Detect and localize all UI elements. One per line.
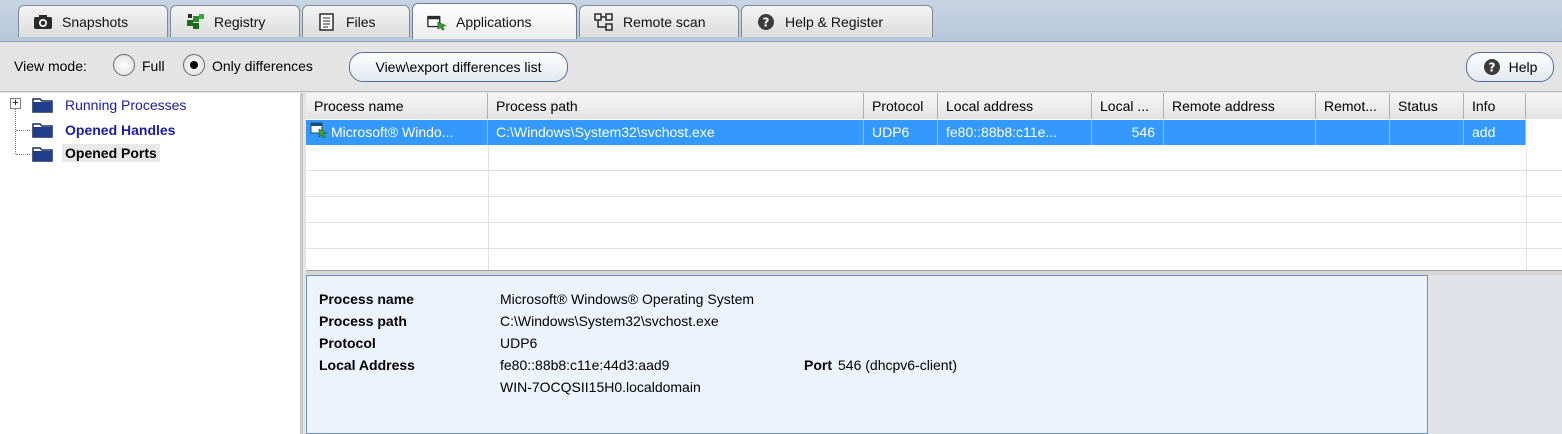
svg-text:?: ? — [1488, 61, 1495, 75]
cell-filler — [1526, 120, 1562, 145]
radio-full[interactable] — [113, 54, 135, 76]
folder-icon — [32, 96, 54, 113]
file-icon — [317, 12, 337, 31]
grid-header: Process name Process path Protocol Local… — [306, 93, 1562, 119]
tab-applications[interactable]: Applications — [412, 3, 577, 39]
cell-remote-address — [1164, 120, 1316, 145]
detail-label-process-path: Process path — [319, 313, 407, 329]
detail-label-process-name: Process name — [319, 291, 414, 307]
radio-full-label[interactable]: Full — [142, 58, 165, 74]
table-row[interactable]: Microsoft® Windo... C:\Windows\System32\… — [306, 120, 1562, 145]
column-header-local-address[interactable]: Local address — [938, 93, 1092, 119]
cell-local-address: fe80::88b8:c11e... — [938, 120, 1092, 145]
cell-info: add — [1464, 120, 1526, 145]
cell-status — [1390, 120, 1464, 145]
detail-value-process-path: C:\Windows\System32\svchost.exe — [500, 313, 719, 329]
tab-label: Registry — [214, 13, 266, 30]
folder-icon — [32, 145, 54, 162]
column-header-filler — [1526, 93, 1562, 119]
process-name-text: Microsoft® Windo... — [331, 124, 454, 140]
detail-panel: Process name Microsoft® Windows® Operati… — [306, 275, 1562, 434]
cell-local-port: 546 — [1092, 120, 1164, 145]
tab-label: Files — [346, 13, 376, 30]
tree-connector — [16, 154, 30, 155]
column-header-remote-address[interactable]: Remote address — [1164, 93, 1316, 119]
tab-help-register[interactable]: ? Help & Register — [741, 5, 933, 37]
detail-value-process-name: Microsoft® Windows® Operating System — [500, 291, 755, 307]
detail-content: Process name Microsoft® Windows® Operati… — [306, 275, 1428, 434]
help-button[interactable]: ? Help — [1466, 52, 1554, 82]
tree-connector — [16, 130, 30, 131]
tab-label: Snapshots — [62, 13, 129, 30]
toolbar: View mode: Full Only differences View\ex… — [0, 42, 1562, 92]
registry-icon — [185, 13, 205, 31]
tab-label: Applications — [456, 13, 532, 30]
view-mode-label: View mode: — [14, 58, 87, 74]
detail-label-local-address: Local Address — [319, 357, 415, 373]
column-header-protocol[interactable]: Protocol — [864, 93, 938, 119]
applications-icon — [427, 13, 447, 31]
empty-row — [306, 224, 1562, 249]
empty-row — [306, 172, 1562, 197]
expand-icon[interactable]: + — [10, 98, 21, 109]
folder-icon — [32, 121, 54, 138]
tree-connector — [15, 109, 16, 154]
detail-label-port: Port — [804, 357, 832, 373]
cell-remote-port — [1316, 120, 1390, 145]
empty-row — [306, 146, 1562, 171]
tree-item-label: Running Processes — [65, 97, 187, 113]
help-button-label: Help — [1508, 59, 1538, 75]
help-icon: ? — [1483, 58, 1501, 76]
camera-icon — [33, 13, 53, 31]
column-rule — [488, 146, 489, 270]
ports-grid: Process name Process path Protocol Local… — [306, 93, 1562, 270]
column-header-local-port[interactable]: Local ... — [1092, 93, 1164, 119]
tree-item-label: Opened Handles — [65, 122, 176, 138]
cell-process-name: Microsoft® Windo... — [306, 120, 488, 145]
detail-label-protocol: Protocol — [319, 335, 376, 351]
tree-item-label: Opened Ports — [62, 144, 160, 162]
category-tree: + Running Processes Opened Handles Opene… — [0, 93, 303, 434]
radio-only-differences-label[interactable]: Only differences — [212, 58, 313, 74]
network-icon — [594, 12, 614, 31]
cell-process-path: C:\Windows\System32\svchost.exe — [488, 120, 864, 145]
column-header-remote-port[interactable]: Remot... — [1316, 93, 1390, 119]
tab-remote-scan[interactable]: Remote scan — [579, 5, 739, 37]
help-icon: ? — [756, 13, 776, 31]
export-differences-button-label: View\export differences list — [375, 59, 542, 75]
column-header-process-path[interactable]: Process path — [488, 93, 864, 119]
cell-protocol: UDP6 — [864, 120, 938, 145]
empty-row — [306, 250, 1562, 270]
detail-value-host-name: WIN-7OCQSII15H0.localdomain — [500, 379, 701, 395]
process-icon — [310, 121, 328, 145]
tab-snapshots[interactable]: Snapshots — [18, 5, 168, 37]
tab-registry[interactable]: Registry — [170, 5, 300, 37]
tab-label: Help & Register — [785, 13, 884, 30]
tab-strip: Snapshots Registry Files Applications Re… — [0, 0, 1562, 42]
tab-label: Remote scan — [623, 13, 706, 30]
svg-text:?: ? — [763, 15, 770, 29]
column-header-info[interactable]: Info — [1464, 93, 1526, 119]
column-header-status[interactable]: Status — [1390, 93, 1464, 119]
radio-only-differences[interactable] — [183, 54, 205, 76]
empty-row — [306, 198, 1562, 223]
column-header-process-name[interactable]: Process name — [306, 93, 488, 119]
detail-value-port: 546 (dhcpv6-client) — [838, 357, 958, 373]
detail-value-protocol: UDP6 — [500, 335, 538, 351]
detail-value-local-address: fe80::88b8:c11e:44d3:aad9 — [500, 357, 670, 373]
tab-files[interactable]: Files — [302, 5, 410, 37]
export-differences-button[interactable]: View\export differences list — [349, 52, 568, 82]
column-rule — [1526, 146, 1527, 270]
